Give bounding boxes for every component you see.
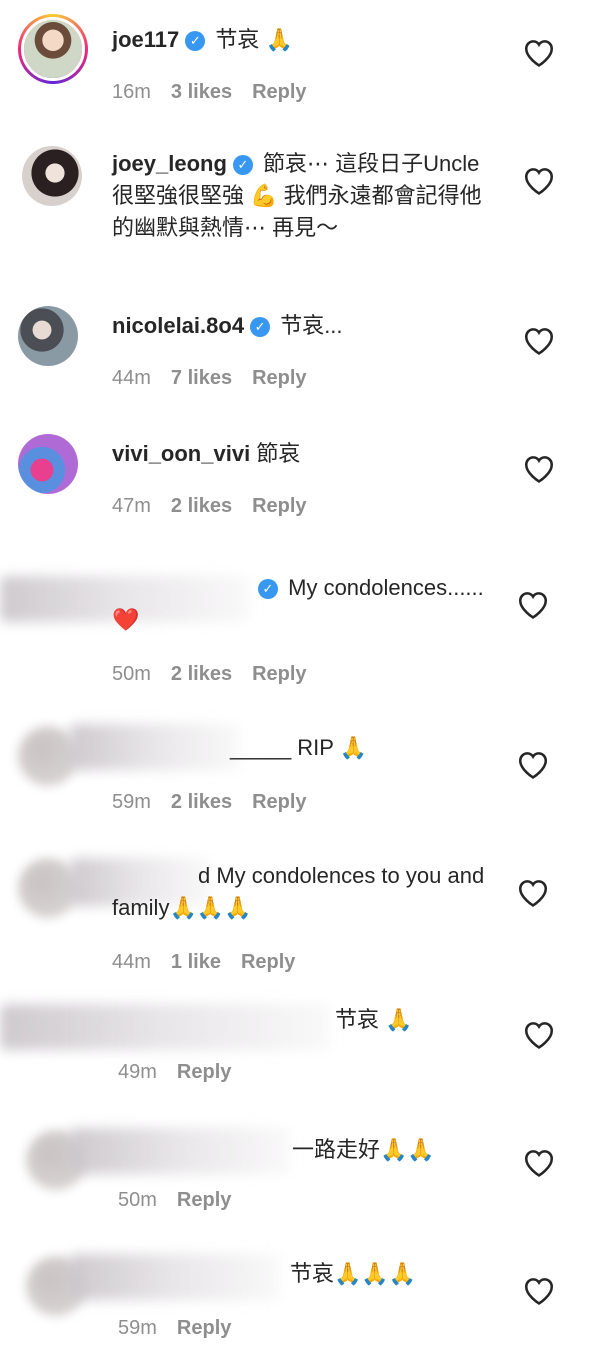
- reply-button[interactable]: Reply: [252, 367, 306, 389]
- comment-item: vivi_oon_vivi 節哀 47m 2 likes Reply: [0, 432, 600, 542]
- comment-time: 59m: [118, 1317, 157, 1339]
- comment-body: 一路走好🙏🙏: [292, 1137, 435, 1162]
- avatar[interactable]: [18, 306, 78, 366]
- comment-text: 节哀 🙏: [335, 1004, 520, 1036]
- comment-item: _____ RIP 🙏 59m 2 likes Reply: [0, 720, 600, 830]
- reply-button[interactable]: Reply: [252, 81, 306, 103]
- comment-text: 节哀🙏🙏🙏: [290, 1258, 520, 1290]
- username[interactable]: joey_leong: [112, 151, 227, 176]
- like-count[interactable]: 7 likes: [171, 367, 232, 389]
- comment-body: 节哀 🙏: [335, 1007, 413, 1032]
- heart-icon[interactable]: [522, 1274, 556, 1306]
- avatar[interactable]: [22, 146, 82, 206]
- comment-list: joe117 ✓ 节哀 🙏 16m 3 likes Reply joey_leong ✓…: [0, 0, 600, 1368]
- comment-text: ✓ My condolences...... ❤️: [112, 572, 510, 636]
- heart-icon[interactable]: [522, 164, 556, 196]
- comment-meta: 16m 3 likes Reply: [112, 78, 327, 106]
- blurred-username: [70, 724, 240, 770]
- comment-text: 一路走好🙏🙏: [292, 1134, 520, 1166]
- comment-body: d My condolences to you and family🙏🙏🙏: [112, 863, 485, 920]
- comment-time: 44m: [112, 367, 151, 389]
- comment-body: 节哀 🙏: [215, 27, 293, 52]
- reply-button[interactable]: Reply: [241, 951, 295, 973]
- comment-item: joey_leong ✓ 節哀⋯ 這段日子Uncle很堅強很堅強 💪 我們永遠都會…: [0, 140, 600, 290]
- comment-meta: 50m 2 likes Reply: [112, 660, 327, 688]
- comment-time: 44m: [112, 951, 151, 973]
- comment-text: d My condolences to you and family🙏🙏🙏: [112, 860, 500, 924]
- avatar[interactable]: [18, 434, 78, 494]
- comment-meta: 47m 2 likes Reply: [112, 492, 327, 520]
- like-count[interactable]: 2 likes: [171, 495, 232, 517]
- comment-item: 一路走好🙏🙏 50m Reply: [0, 1124, 600, 1234]
- verified-badge-icon: ✓: [250, 317, 271, 337]
- heart-icon[interactable]: [516, 876, 550, 908]
- blurred-username: [0, 1004, 330, 1050]
- comment-meta: 59m 2 likes Reply: [112, 788, 327, 816]
- comment-text: joey_leong ✓ 節哀⋯ 這段日子Uncle很堅強很堅強 💪 我們永遠都會…: [112, 148, 490, 244]
- comment-body: _____ RIP 🙏: [230, 735, 368, 760]
- heart-icon[interactable]: [522, 1146, 556, 1178]
- username[interactable]: vivi_oon_vivi: [112, 441, 250, 466]
- comment-time: 50m: [112, 663, 151, 685]
- comment-item: 节哀🙏🙏🙏 59m Reply: [0, 1250, 600, 1360]
- heart-icon[interactable]: [516, 748, 550, 780]
- avatar[interactable]: [18, 858, 78, 918]
- verified-badge-icon: ✓: [232, 155, 253, 175]
- avatar[interactable]: [18, 14, 88, 84]
- comment-item: ✓ My condolences...... ❤️ 50m 2 likes Repl…: [0, 570, 600, 700]
- comment-time: 50m: [118, 1189, 157, 1211]
- comment-meta: 59m Reply: [118, 1314, 251, 1342]
- comment-body: My condolences...... ❤️: [112, 575, 484, 632]
- comment-text: nicolelai.8o4 ✓ 节哀...: [112, 310, 520, 342]
- like-count[interactable]: 3 likes: [171, 81, 232, 103]
- reply-button[interactable]: Reply: [252, 495, 306, 517]
- comment-item: nicolelai.8o4 ✓ 节哀... 44m 7 likes Reply: [0, 302, 600, 412]
- comment-body: 节哀...: [280, 313, 343, 338]
- reply-button[interactable]: Reply: [177, 1317, 231, 1339]
- reply-button[interactable]: Reply: [177, 1061, 231, 1083]
- comment-meta: 44m 1 like Reply: [112, 948, 315, 976]
- comment-meta: 49m Reply: [118, 1058, 251, 1086]
- heart-icon[interactable]: [522, 324, 556, 356]
- comment-meta: 44m 7 likes Reply: [112, 364, 327, 392]
- comment-item: 节哀 🙏 49m Reply: [0, 1000, 600, 1110]
- verified-badge-icon: ✓: [185, 31, 206, 51]
- comment-meta: 50m Reply: [118, 1186, 251, 1214]
- comment-text: vivi_oon_vivi 節哀: [112, 438, 520, 470]
- heart-icon[interactable]: [522, 36, 556, 68]
- comment-text: _____ RIP 🙏: [230, 732, 520, 764]
- comment-time: 49m: [118, 1061, 157, 1083]
- comment-body: 節哀: [256, 441, 301, 466]
- reply-button[interactable]: Reply: [252, 663, 306, 685]
- username[interactable]: nicolelai.8o4: [112, 313, 244, 338]
- like-count[interactable]: 2 likes: [171, 791, 232, 813]
- comment-item: d My condolences to you and family🙏🙏🙏 44…: [0, 852, 600, 992]
- verified-badge-icon: ✓: [258, 579, 278, 599]
- heart-icon[interactable]: [522, 1018, 556, 1050]
- blurred-username: [70, 1254, 280, 1300]
- comment-item: joe117 ✓ 节哀 🙏 16m 3 likes Reply: [0, 6, 600, 126]
- comment-time: 47m: [112, 495, 151, 517]
- heart-icon[interactable]: [516, 588, 550, 620]
- blurred-username: [70, 1128, 290, 1174]
- comment-time: 59m: [112, 791, 151, 813]
- comment-text: joe117 ✓ 节哀 🙏: [112, 24, 520, 56]
- like-count[interactable]: 2 likes: [171, 663, 232, 685]
- avatar[interactable]: [18, 726, 78, 786]
- username[interactable]: joe117: [112, 27, 179, 52]
- reply-button[interactable]: Reply: [177, 1189, 231, 1211]
- reply-button[interactable]: Reply: [252, 791, 306, 813]
- comment-time: 16m: [112, 81, 151, 103]
- heart-icon[interactable]: [522, 452, 556, 484]
- comment-body: 节哀🙏🙏🙏: [290, 1261, 417, 1286]
- like-count[interactable]: 1 like: [171, 951, 221, 973]
